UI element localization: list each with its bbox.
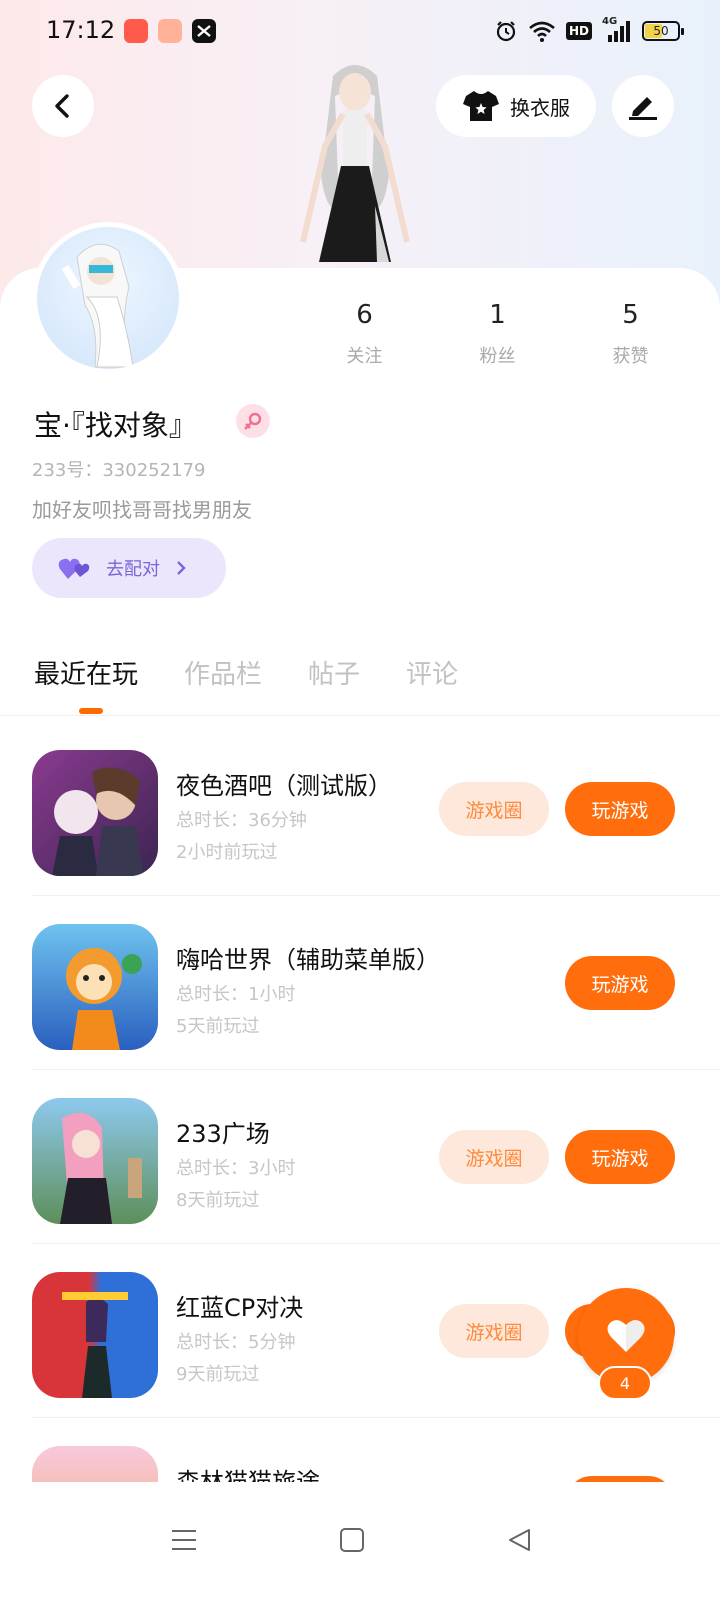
status-time: 17:12 [46,16,116,44]
menu-lines-icon [172,1530,196,1550]
stat-following[interactable]: 6 关注 [298,300,431,368]
game-row[interactable]: 嗨哈世界（辅助菜单版） 总时长：1小时 5天前玩过 玩游戏 [0,896,720,1070]
game-thumbnail[interactable] [32,1272,158,1398]
stat-fans-value: 1 [489,300,506,330]
avatar-character-illustration [61,243,134,368]
game-duration: 总时长：36分钟 [176,810,307,831]
game-last-played: 2小时前玩过 [176,842,278,863]
game-row[interactable]: 森林猫猫旅途 [0,1418,720,1482]
game-title: 233广场 [176,1120,270,1148]
user-nickname: 宝·『找对象』 [34,409,197,442]
game-last-played: 9天前玩过 [176,1364,260,1385]
tab-recently-played[interactable]: 最近在玩 [34,654,138,691]
game-app-icon [158,19,182,43]
game-duration: 总时长：1小时 [176,984,296,1005]
stat-following-value: 6 [356,300,373,330]
game-thumbnail[interactable] [32,1098,158,1224]
change-outfit-button[interactable]: 换衣服 [436,75,596,137]
capcut-app-icon [192,19,216,43]
play-game-button[interactable]: 玩游戏 [565,1130,675,1184]
hd-icon: HD [565,18,592,44]
recent-apps-button[interactable] [154,1510,214,1570]
status-bar: 17:12 HD 4G 50 [0,0,720,64]
like-count-badge: 4 [598,1366,652,1400]
game-duration: 总时长：5分钟 [176,1332,296,1353]
avatar[interactable] [32,222,184,374]
game-thumbnail[interactable] [32,1446,158,1482]
alarm-icon [494,18,518,44]
female-gender-icon [236,404,270,438]
stat-likes[interactable]: 5 获赞 [564,300,697,368]
back-button[interactable] [32,75,94,137]
signal-icon: 4G [602,16,632,44]
match-button[interactable]: 去配对 [32,538,226,598]
profile-tabs: 最近在玩 作品栏 帖子 评论 [34,654,458,691]
tab-posts[interactable]: 帖子 [308,654,360,691]
match-button-label: 去配对 [106,559,160,580]
wifi-icon [528,18,556,44]
game-thumbnail[interactable] [32,924,158,1050]
game-title: 森林猫猫旅途 [176,1468,320,1482]
game-circle-button[interactable]: 游戏圈 [439,782,549,836]
game-circle-button[interactable]: 游戏圈 [439,1130,549,1184]
triangle-back-icon [509,1529,530,1551]
game-row[interactable]: 夜色酒吧（测试版） 总时长：36分钟 2小时前玩过 游戏圈 玩游戏 [0,722,720,896]
network-type: 4G [602,16,618,27]
game-row[interactable]: 233广场 总时长：3小时 8天前玩过 游戏圈 玩游戏 [0,1070,720,1244]
battery-icon: 50 [642,18,684,44]
edit-pen-icon [629,97,657,120]
tshirt-icon [463,91,499,121]
system-back-button[interactable] [490,1510,550,1570]
tab-works[interactable]: 作品栏 [184,654,262,691]
game-thumbnail[interactable] [32,750,158,876]
home-button[interactable] [322,1510,382,1570]
kuaishou-app-icon [124,19,148,43]
tab-divider [0,715,720,716]
stat-likes-value: 5 [622,300,639,330]
square-home-icon [340,1528,364,1552]
heart-icon [607,1320,645,1352]
hearts-icon [58,558,90,579]
game-duration: 总时长：3小时 [176,1158,296,1179]
stat-fans-label: 粉丝 [479,346,516,367]
user-bio: 加好友呗找哥哥找男朋友 [32,498,252,522]
tab-active-indicator [79,708,103,714]
stat-likes-label: 获赞 [612,346,649,367]
game-circle-button[interactable]: 游戏圈 [439,1304,549,1358]
game-last-played: 5天前玩过 [176,1016,260,1037]
back-arrow-icon [55,94,69,118]
game-title: 红蓝CP对决 [176,1294,304,1322]
play-game-button[interactable]: 玩游戏 [565,782,675,836]
profile-stats: 6 关注 1 粉丝 5 获赞 [298,300,698,368]
edit-profile-button[interactable] [612,75,674,137]
stat-following-label: 关注 [346,346,383,367]
system-nav-bar [0,1482,720,1600]
avatar-3d-figure [285,56,425,270]
change-outfit-label: 换衣服 [510,95,570,120]
game-title: 嗨哈世界（辅助菜单版） [176,946,440,974]
game-last-played: 8天前玩过 [176,1190,260,1211]
user-id: 233号：330252179 [32,460,206,481]
stat-fans[interactable]: 1 粉丝 [431,300,564,368]
game-title: 夜色酒吧（测试版） [176,772,392,800]
play-game-button[interactable]: 玩游戏 [565,956,675,1010]
chevron-right-icon [177,561,186,575]
tab-comments[interactable]: 评论 [406,654,458,691]
